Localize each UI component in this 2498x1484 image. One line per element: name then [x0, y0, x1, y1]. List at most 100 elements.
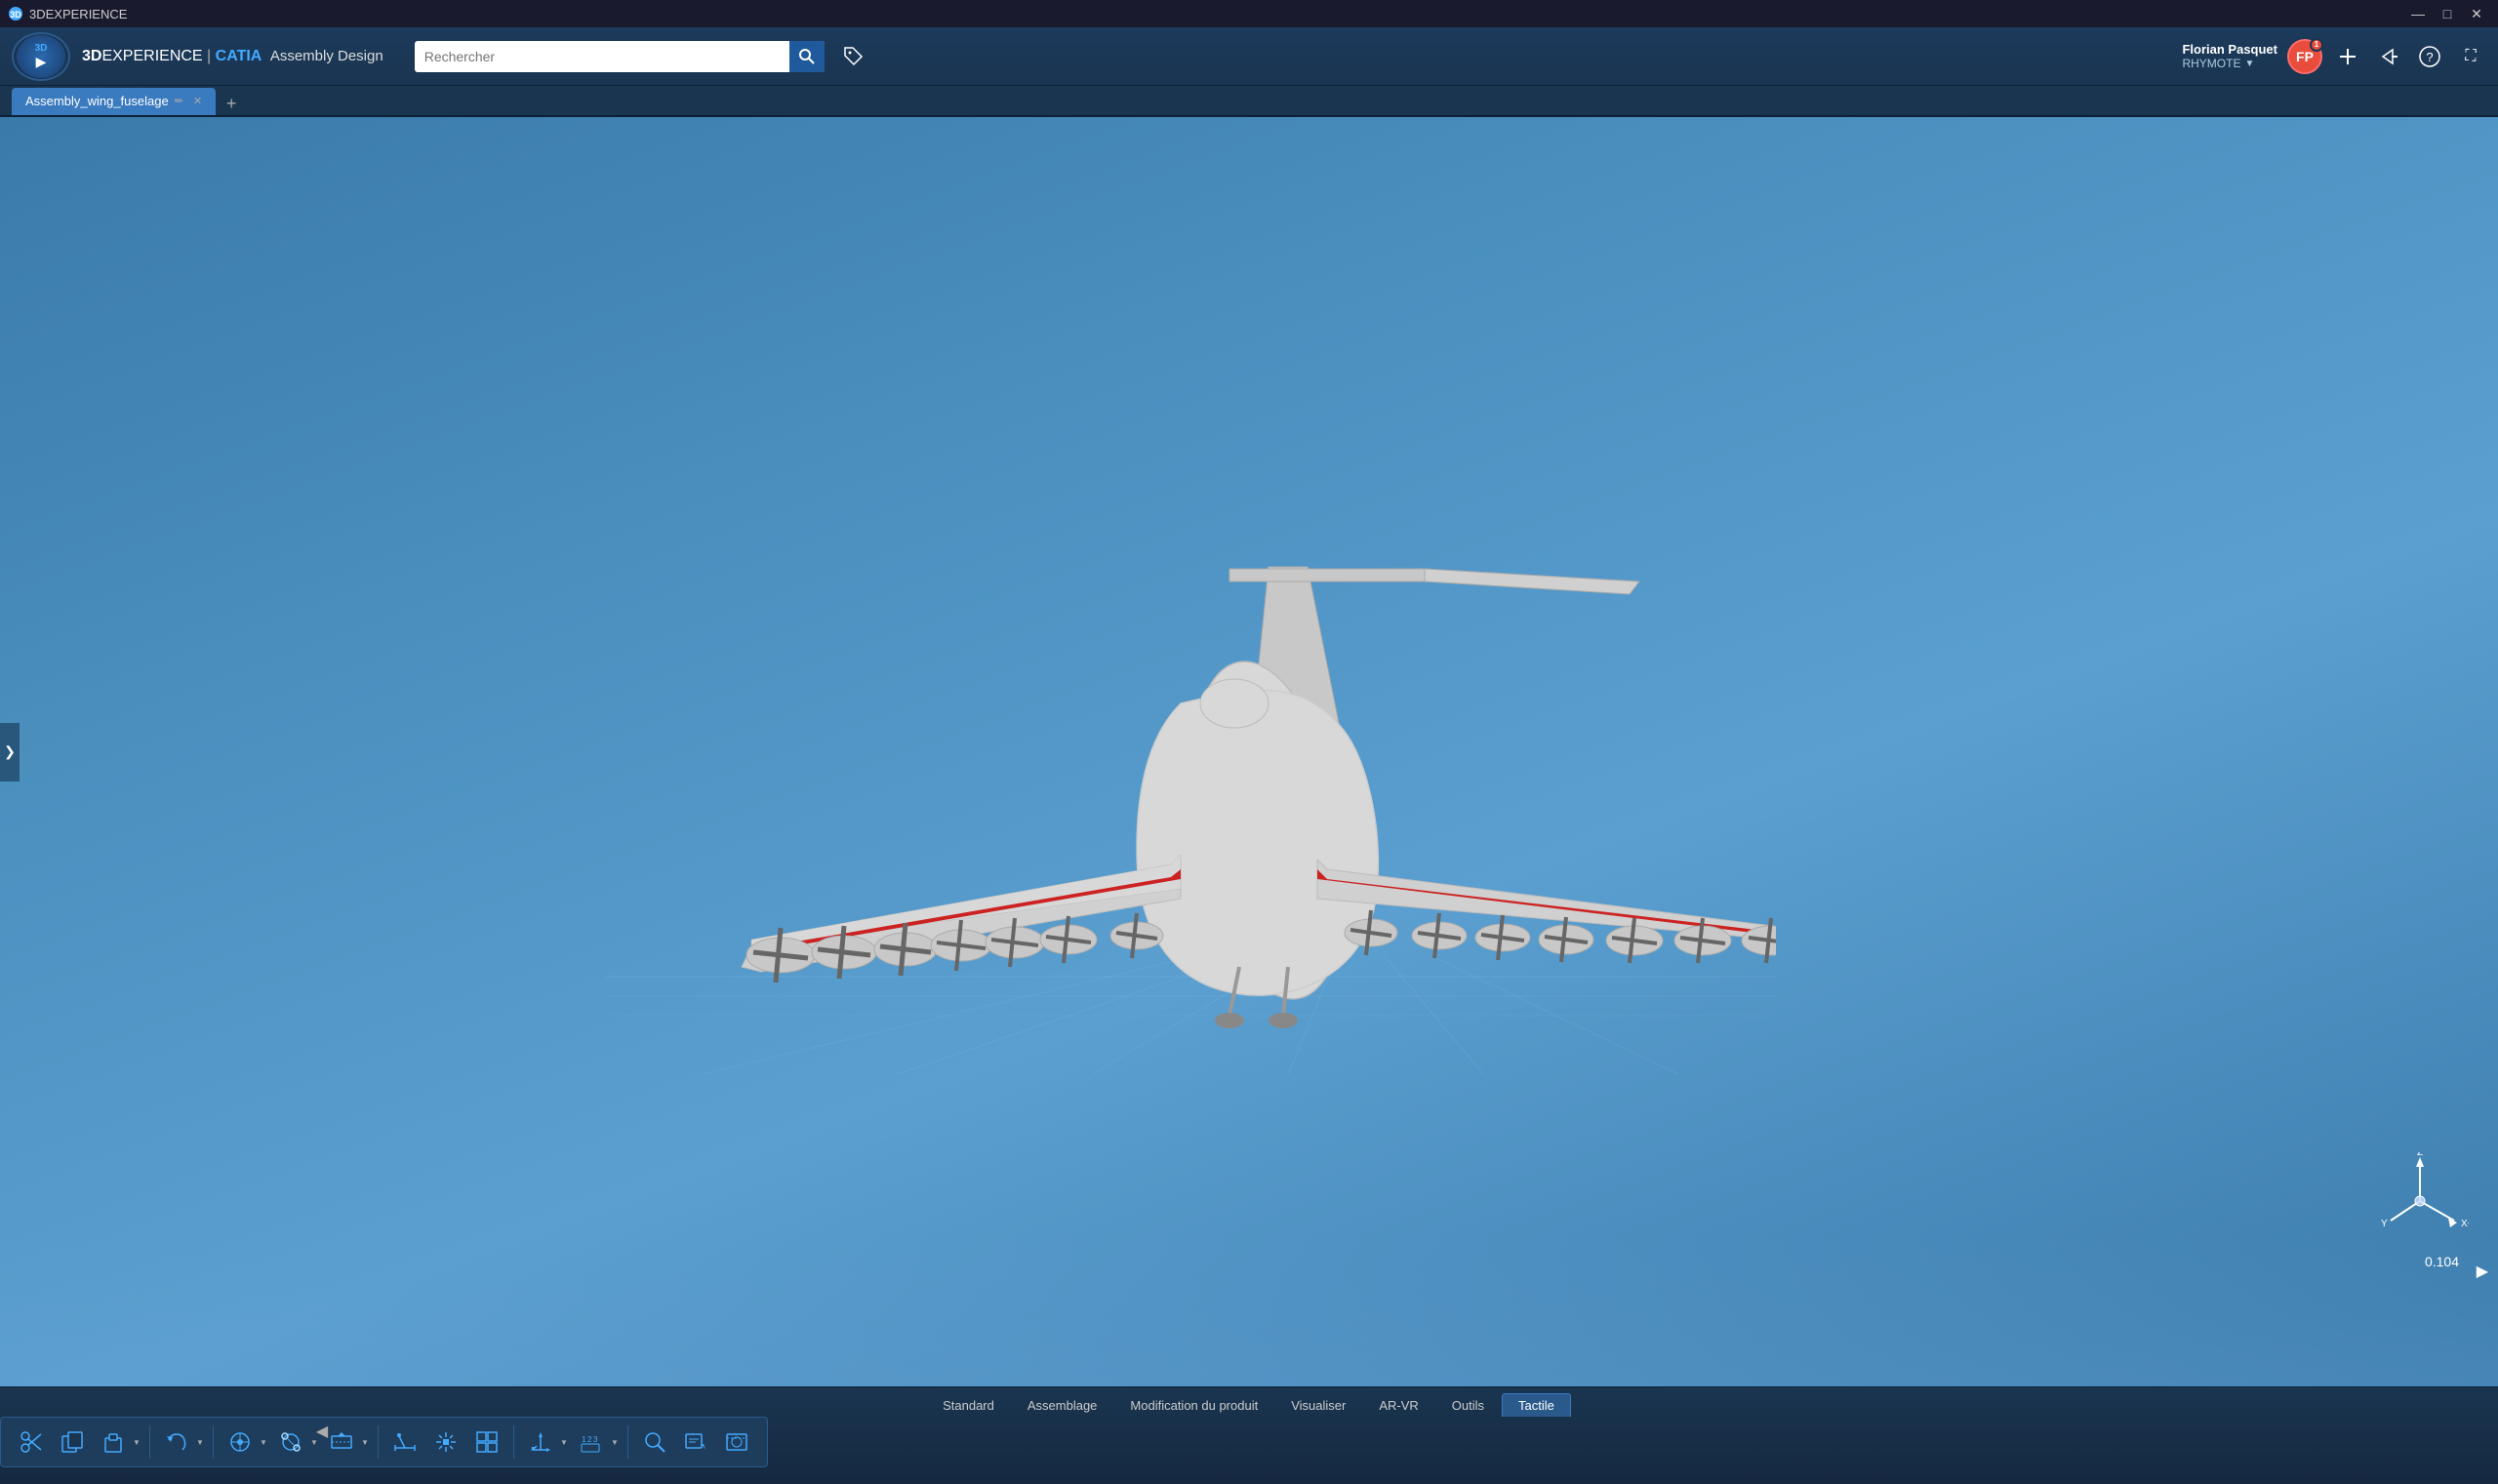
app-name-experience: EXPERIENCE: [101, 48, 202, 64]
scissors-tool-group: [13, 1424, 50, 1461]
header: 3D ▶ 3DEXPERIENCE | CATIA Assembly Desig…: [0, 27, 2498, 86]
fullscreen-button[interactable]: ⛶: [2455, 41, 2486, 72]
annotation-button[interactable]: [677, 1424, 714, 1461]
svg-text:1: 1: [582, 1435, 586, 1444]
snap-button[interactable]: [272, 1424, 309, 1461]
transform-button[interactable]: [222, 1424, 259, 1461]
tab-bar: Assembly_wing_fuselage ✏ ✕ +: [0, 86, 2498, 117]
coordinates-display: 0.104: [2425, 1254, 2459, 1269]
svg-text:?: ?: [2426, 50, 2433, 64]
bottom-toolbar: Standard Assemblage Modification du prod…: [0, 1386, 2498, 1484]
paste-dropdown-arrow[interactable]: ▼: [132, 1424, 141, 1461]
workspace-dropdown-icon: ▼: [2244, 59, 2254, 69]
undo-tool-group: ▼: [158, 1424, 205, 1461]
toolbar-button-group: ▼ ▼: [0, 1417, 768, 1467]
scene-tool-group: [718, 1424, 755, 1461]
viewport-expand-arrow[interactable]: ▶: [2477, 1262, 2488, 1281]
app-icon: 3D: [8, 6, 23, 21]
app-name-3d: 3D: [82, 48, 101, 64]
constraints-button[interactable]: [468, 1424, 505, 1461]
explode-button[interactable]: [427, 1424, 464, 1461]
axis-dropdown-arrow[interactable]: ▼: [559, 1424, 569, 1461]
svg-text:Z: Z: [2417, 1152, 2423, 1158]
tab-standard[interactable]: Standard: [927, 1393, 1010, 1417]
coordinate-value: 0.104: [2425, 1254, 2459, 1269]
app-module: Assembly Design: [270, 48, 383, 64]
undo-button[interactable]: [158, 1424, 195, 1461]
maximize-button[interactable]: □: [2434, 3, 2461, 24]
constraints-icon: [473, 1428, 501, 1456]
transform-dropdown-arrow[interactable]: ▼: [259, 1424, 268, 1461]
svg-text:Y: Y: [2381, 1219, 2388, 1229]
measure-button[interactable]: [386, 1424, 423, 1461]
toolbar-separator-1: [149, 1425, 150, 1459]
undo-icon: [163, 1428, 190, 1456]
svg-text:X+: X+: [2461, 1219, 2469, 1229]
numbering-dropdown-arrow[interactable]: ▼: [610, 1424, 620, 1461]
titlebar-left: 3D 3DEXPERIENCE: [8, 6, 127, 21]
tab-ar-vr[interactable]: AR-VR: [1363, 1393, 1433, 1417]
tag-icon: [842, 45, 866, 68]
help-button[interactable]: ?: [2414, 41, 2445, 72]
axis-button[interactable]: [522, 1424, 559, 1461]
scene-button[interactable]: [718, 1424, 755, 1461]
copy-button[interactable]: [54, 1424, 91, 1461]
annotation-icon: [682, 1428, 709, 1456]
minimize-button[interactable]: —: [2404, 3, 2432, 24]
app-logo: 3D ▶: [12, 32, 70, 81]
avatar-initials: FP: [2296, 49, 2314, 64]
avatar-badge: 1: [2310, 38, 2323, 52]
search-bar: [415, 41, 825, 72]
section-button[interactable]: [323, 1424, 360, 1461]
search-tool-button[interactable]: [636, 1424, 673, 1461]
toolbar-separator-2: [213, 1425, 214, 1459]
copy-icon: [59, 1428, 86, 1456]
tab-modification-produit[interactable]: Modification du produit: [1114, 1393, 1273, 1417]
numbering-icon: 1 2 3: [578, 1428, 605, 1456]
measure-tool-group: [386, 1424, 423, 1461]
scissors-button[interactable]: [13, 1424, 50, 1461]
search-icon: [799, 49, 815, 64]
avatar: FP 1: [2287, 39, 2322, 74]
header-right: Florian Pasquet RHYMOTE ▼ FP 1: [2182, 39, 2486, 74]
plus-icon: [2338, 47, 2357, 66]
xyz-compass: Z X+ Y: [2371, 1152, 2469, 1250]
titlebar-controls: — □ ✕: [2404, 3, 2490, 24]
tab-assemblage[interactable]: Assemblage: [1012, 1393, 1113, 1417]
undo-dropdown-arrow[interactable]: ▼: [195, 1424, 205, 1461]
app-name-catia: CATIA: [216, 48, 262, 64]
section-tool-group: ▼: [323, 1424, 370, 1461]
numbering-tool-group: 1 2 3 ▼: [573, 1424, 620, 1461]
paste-button[interactable]: [95, 1424, 132, 1461]
axis-tool-group: ▼: [522, 1424, 569, 1461]
search-button[interactable]: [789, 41, 825, 72]
add-button[interactable]: [2332, 41, 2363, 72]
toolbar-separator-4: [513, 1425, 514, 1459]
tab-assembly-wing[interactable]: Assembly_wing_fuselage ✏ ✕: [12, 88, 216, 115]
tab-outils[interactable]: Outils: [1436, 1393, 1500, 1417]
section-dropdown-arrow[interactable]: ▼: [360, 1424, 370, 1461]
section-icon: [328, 1428, 355, 1456]
tab-tactile[interactable]: Tactile: [1502, 1393, 1571, 1417]
numbering-button[interactable]: 1 2 3: [573, 1424, 610, 1461]
workspace-name: RHYMOTE: [2182, 57, 2240, 70]
sidebar-expand-button[interactable]: ❯: [0, 723, 20, 782]
copy-tool-group: [54, 1424, 91, 1461]
add-tab-button[interactable]: +: [220, 92, 243, 115]
explode-icon: [432, 1428, 460, 1456]
tab-close-icon[interactable]: ✕: [193, 95, 202, 107]
toolbar-tab-bar: Standard Assemblage Modification du prod…: [927, 1393, 1571, 1417]
tag-button[interactable]: [836, 39, 871, 74]
viewport-3d[interactable]: ❯: [0, 117, 2498, 1386]
share-button[interactable]: [2373, 41, 2404, 72]
search-input[interactable]: [415, 49, 789, 64]
toolbar-separator-3: [378, 1425, 379, 1459]
sidebar-expand-icon: ❯: [4, 743, 16, 760]
close-button[interactable]: ✕: [2463, 3, 2490, 24]
toolbar-separator-5: [627, 1425, 628, 1459]
svg-text:3: 3: [593, 1435, 598, 1444]
tab-visualiser[interactable]: Visualiser: [1275, 1393, 1361, 1417]
transform-icon: [226, 1428, 254, 1456]
aircraft-model: [605, 489, 1776, 1074]
user-name: Florian Pasquet: [2182, 42, 2277, 57]
